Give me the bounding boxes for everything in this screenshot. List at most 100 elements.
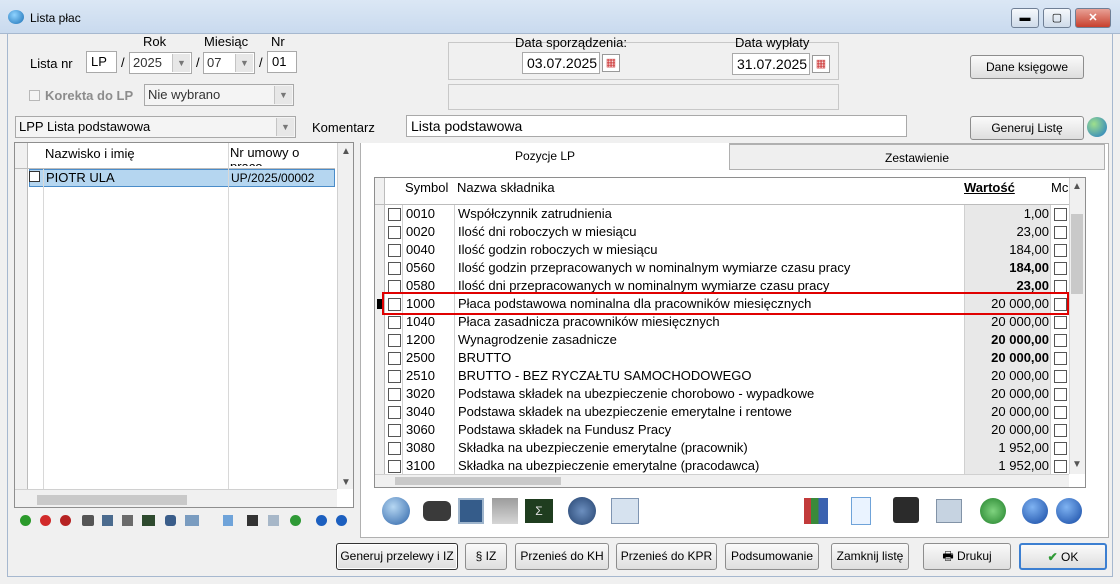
next-icon[interactable] [336, 515, 347, 526]
component-row[interactable]: 3020 Podstawa składek na ubezpieczenie ch… [375, 385, 1067, 403]
podsumowanie-button[interactable]: Podsumowanie [725, 543, 819, 570]
maximize-button[interactable]: ▢ [1043, 8, 1071, 28]
bar-chart-icon[interactable] [804, 498, 828, 524]
settings-icon[interactable] [165, 515, 176, 526]
row-checkbox[interactable] [388, 460, 401, 473]
lista-prefix-field[interactable]: LP [86, 51, 117, 73]
tab-pozycje-lp[interactable]: Pozycje LP [361, 143, 729, 171]
component-row[interactable]: 0040 Ilość godzin roboczych w miesiącu 184… [375, 241, 1067, 259]
component-row[interactable]: 3040 Podstawa składek na ubezpieczenie em… [375, 403, 1067, 421]
miesiac-select[interactable]: 07 ▼ [203, 52, 255, 74]
next-icon[interactable] [1056, 498, 1082, 524]
previous-icon[interactable] [316, 515, 327, 526]
scrollbar-thumb[interactable] [37, 495, 187, 505]
mc-checkbox[interactable] [1054, 424, 1067, 437]
chevron-down-icon[interactable]: ▼ [1072, 459, 1082, 470]
ok-button[interactable]: ✔ OK [1019, 543, 1107, 570]
row-checkbox[interactable] [388, 208, 401, 221]
row-checkbox[interactable] [388, 388, 401, 401]
chevron-down-icon[interactable]: ▼ [341, 477, 351, 488]
component-row[interactable]: 0560 Ilość godzin przepracowanych w nomin… [375, 259, 1067, 277]
globe-icon[interactable] [1087, 117, 1107, 137]
mc-checkbox[interactable] [1054, 460, 1067, 473]
employee-checkbox[interactable] [29, 171, 40, 182]
component-row[interactable]: 1040 Płaca zasadnicza pracowników miesięc… [375, 313, 1067, 331]
row-checkbox[interactable] [388, 424, 401, 437]
row-checkbox[interactable] [388, 442, 401, 455]
nr-field[interactable]: 01 [267, 51, 297, 73]
chevron-up-icon[interactable]: ▲ [341, 146, 351, 157]
settings-icon[interactable] [568, 497, 596, 525]
binoculars-icon[interactable] [423, 501, 451, 521]
row-checkbox[interactable] [388, 316, 401, 329]
col-header-mc[interactable]: Mc [1051, 180, 1069, 195]
lista-typ-select[interactable]: LPP Lista podstawowa ▼ [15, 116, 296, 138]
korekta-checkbox[interactable] [29, 90, 40, 101]
refresh-icon[interactable] [980, 498, 1006, 524]
korekta-select[interactable]: Nie wybrano ▼ [144, 84, 294, 106]
drukuj-button[interactable]: 🖶 Drukuj [923, 543, 1011, 570]
document-icon[interactable] [851, 497, 871, 525]
save-icon[interactable] [247, 515, 258, 526]
generuj-liste-button[interactable]: Generuj Listę [970, 116, 1084, 140]
komentarz-field[interactable]: Lista podstawowa [406, 115, 907, 137]
przenies-kpr-button[interactable]: Przenieś do KPR [616, 543, 717, 570]
component-row[interactable]: 1200 Wynagrodzenie zasadnicze 20 000,00 [375, 331, 1067, 349]
add-icon[interactable] [20, 515, 31, 526]
filter-icon[interactable] [492, 498, 518, 524]
chart-icon[interactable] [185, 515, 199, 526]
przenies-kh-button[interactable]: Przenieś do KH [515, 543, 609, 570]
col-header-umowa[interactable]: Nr umowy o praco [230, 146, 330, 166]
component-row[interactable]: 0010 Współczynnik zatrudnienia 1,00 [375, 205, 1067, 223]
dane-ksiegowe-button[interactable]: Dane księgowe [970, 55, 1084, 79]
rok-select[interactable]: 2025 ▼ [129, 52, 192, 74]
data-sporzadzenia-field[interactable]: 03.07.2025 [522, 52, 600, 74]
col-header-wartosc[interactable]: Wartość [964, 180, 1015, 195]
row-checkbox[interactable] [388, 334, 401, 347]
mc-checkbox[interactable] [1054, 334, 1067, 347]
filter-icon[interactable] [122, 515, 133, 526]
component-row[interactable]: 3080 Składka na ubezpieczenie emerytalne … [375, 439, 1067, 457]
mc-checkbox[interactable] [1054, 406, 1067, 419]
col-header-name[interactable]: Nazwisko i imię [45, 146, 135, 161]
mc-checkbox[interactable] [1054, 226, 1067, 239]
document-icon[interactable] [223, 515, 233, 526]
refresh-icon[interactable] [290, 515, 301, 526]
zamknij-liste-button[interactable]: Zamknij listę [831, 543, 909, 570]
chart-window-icon[interactable] [611, 498, 639, 524]
calendar-icon[interactable]: ▦ [812, 55, 830, 73]
sum-icon[interactable] [142, 515, 155, 526]
calculator-icon[interactable] [458, 498, 484, 524]
component-row[interactable]: 2510 BRUTTO - BEZ RYCZAŁTU SAMOCHODOWEGO 2… [375, 367, 1067, 385]
previous-icon[interactable] [1022, 498, 1048, 524]
chevron-up-icon[interactable]: ▲ [1072, 181, 1082, 192]
binoculars-icon[interactable] [82, 515, 94, 526]
calculator-icon[interactable] [102, 515, 113, 526]
col-header-nazwa[interactable]: Nazwa składnika [457, 180, 555, 195]
preview-icon[interactable] [382, 497, 410, 525]
mc-checkbox[interactable] [1054, 244, 1067, 257]
row-checkbox[interactable] [388, 370, 401, 383]
save-icon[interactable] [893, 497, 919, 523]
calendar-icon[interactable]: ▦ [602, 54, 620, 72]
close-button[interactable]: ✕ [1075, 8, 1111, 28]
remove-icon[interactable] [40, 515, 51, 526]
mc-checkbox[interactable] [1054, 370, 1067, 383]
component-row[interactable]: 0020 Ilość dni roboczych w miesiącu 23,00 [375, 223, 1067, 241]
iz-button[interactable]: § IZ [465, 543, 507, 570]
component-row[interactable]: 3060 Podstawa składek na Fundusz Pracy 20 … [375, 421, 1067, 439]
row-checkbox[interactable] [388, 406, 401, 419]
vertical-scrollbar[interactable] [337, 143, 353, 489]
copy-icon[interactable] [268, 515, 279, 526]
row-checkbox[interactable] [388, 226, 401, 239]
generuj-przelewy-button[interactable]: Generuj przelewy i IZ [336, 543, 458, 570]
scrollbar-thumb[interactable] [1071, 214, 1083, 294]
col-header-symbol[interactable]: Symbol [405, 180, 448, 195]
row-checkbox[interactable] [388, 262, 401, 275]
mc-checkbox[interactable] [1054, 388, 1067, 401]
copy-icon[interactable] [936, 499, 962, 523]
tab-zestawienie[interactable]: Zestawienie [729, 144, 1105, 170]
row-checkbox[interactable] [388, 352, 401, 365]
mc-checkbox[interactable] [1054, 352, 1067, 365]
component-row[interactable]: 2500 BRUTTO 20 000,00 [375, 349, 1067, 367]
